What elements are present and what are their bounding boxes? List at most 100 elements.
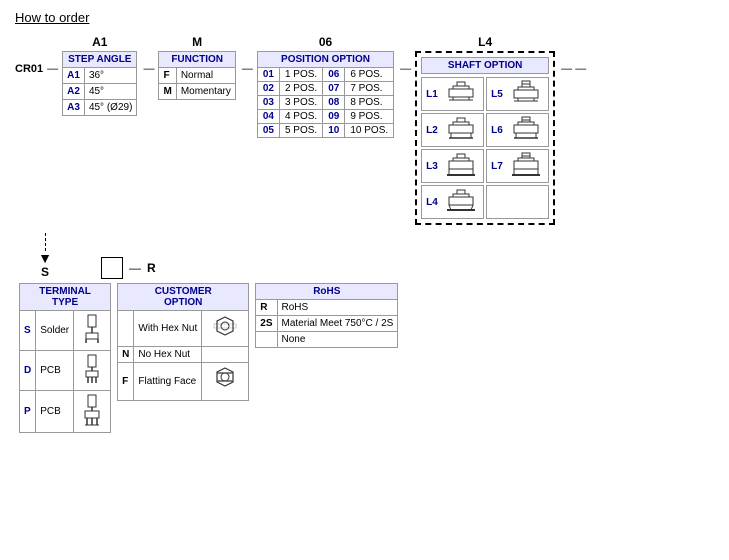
rohs-table: RoHS R RoHS 2S Material Meet 750°C / 2S … bbox=[255, 283, 398, 348]
shaft-block: L4 SHAFT OPTION L1 L5 bbox=[415, 35, 555, 225]
position-block: 06 POSITION OPTION 01 1 POS. 06 6 POS. 0… bbox=[257, 35, 394, 138]
table-row: None bbox=[256, 332, 398, 348]
func-code: M bbox=[159, 84, 176, 100]
step-value: 45° (Ø29) bbox=[84, 100, 137, 116]
r-label: R bbox=[147, 261, 156, 275]
page-title: How to order bbox=[15, 10, 714, 25]
bottom-dash: — bbox=[129, 261, 141, 275]
func-value: Momentary bbox=[176, 84, 235, 100]
pcb-d-icon bbox=[78, 353, 106, 385]
cr01-label: CR01 bbox=[15, 63, 43, 75]
step-code: A3 bbox=[63, 100, 85, 116]
customer-label-flat: Flatting Face bbox=[134, 363, 202, 401]
rohs-label-r: RoHS bbox=[277, 300, 398, 316]
position-table: POSITION OPTION 01 1 POS. 06 6 POS. 02 2… bbox=[257, 51, 394, 138]
table-row: F Flatting Face bbox=[118, 363, 249, 401]
table-row: S Solder bbox=[20, 311, 111, 351]
shaft-cell-l2: L2 bbox=[421, 113, 484, 147]
shaft-cell-l5: L5 bbox=[486, 77, 549, 111]
shaft-l3-icon bbox=[443, 152, 479, 180]
top-section: CR01 — A1 STEP ANGLE A1 36° A2 45° A3 45… bbox=[15, 35, 714, 225]
step-value: 45° bbox=[84, 84, 137, 100]
terminal-header: TERMINALTYPE bbox=[20, 284, 111, 311]
position-header: POSITION OPTION bbox=[257, 52, 393, 68]
solder-icon bbox=[78, 313, 106, 345]
shaft-grid: L1 L5 bbox=[421, 77, 549, 219]
step-angle-table: STEP ANGLE A1 36° A2 45° A3 45° (Ø29) bbox=[62, 51, 137, 116]
top-dash1: — bbox=[47, 63, 58, 75]
shaft-l2-icon bbox=[443, 116, 479, 144]
customer-code-empty bbox=[118, 311, 134, 347]
rohs-code-r: R bbox=[256, 300, 277, 316]
rohs-header: RoHS bbox=[256, 284, 398, 300]
terminal-code-s: S bbox=[20, 311, 36, 351]
customer-label-nohexnut: No Hex Nut bbox=[134, 347, 202, 363]
a1-label: A1 bbox=[92, 35, 107, 49]
customer-table: CUSTOMEROPTION With Hex Nut N No Hex Nut bbox=[117, 283, 249, 401]
rohs-label-none: None bbox=[277, 332, 398, 348]
shaft-l7-icon bbox=[508, 152, 544, 180]
step-code: A1 bbox=[63, 68, 85, 84]
shaft-cell-l6: L6 bbox=[486, 113, 549, 147]
hexnut-icon bbox=[206, 313, 244, 341]
customer-code-n: N bbox=[118, 347, 134, 363]
shaft-cell-l4: L4 bbox=[421, 185, 484, 219]
step-angle-header: STEP ANGLE bbox=[63, 52, 137, 68]
step-code: A2 bbox=[63, 84, 85, 100]
customer-code-f: F bbox=[118, 363, 134, 401]
terminal-code-d: D bbox=[20, 351, 36, 391]
top-dash2: — bbox=[143, 63, 154, 75]
flatting-icon bbox=[206, 365, 244, 395]
shaft-l1-icon bbox=[443, 80, 479, 108]
table-row: N No Hex Nut bbox=[118, 347, 249, 363]
pos-label: 06 bbox=[319, 35, 332, 49]
table-row: F Normal bbox=[159, 68, 235, 84]
table-row: With Hex Nut bbox=[118, 311, 249, 347]
terminal-label-pcb-p: PCB bbox=[36, 391, 74, 433]
customer-box-placeholder bbox=[101, 257, 123, 279]
top-dash5: — — bbox=[561, 63, 586, 75]
m-label: M bbox=[192, 35, 202, 49]
table-row: M Momentary bbox=[159, 84, 235, 100]
s-label: S bbox=[41, 265, 49, 279]
step-angle-block: A1 STEP ANGLE A1 36° A2 45° A3 45° (Ø29) bbox=[62, 35, 137, 116]
terminal-label-pcb-d: PCB bbox=[36, 351, 74, 391]
dashed-line bbox=[45, 233, 46, 251]
rohs-label-2s: Material Meet 750°C / 2S bbox=[277, 316, 398, 332]
table-row: A2 45° bbox=[63, 84, 137, 100]
function-table: FUNCTION F Normal M Momentary bbox=[158, 51, 235, 100]
func-value: Normal bbox=[176, 68, 235, 84]
rohs-code-none bbox=[256, 332, 277, 348]
customer-icon-hexnut bbox=[202, 311, 249, 347]
customer-icon-flat bbox=[202, 363, 249, 401]
top-dash3: — bbox=[242, 63, 253, 75]
shaft-l5-icon bbox=[508, 80, 544, 108]
table-row: 02 2 POS. 07 7 POS. bbox=[257, 82, 393, 96]
table-row: A1 36° bbox=[63, 68, 137, 84]
shaft-cell-l7: L7 bbox=[486, 149, 549, 183]
shaft-header: SHAFT OPTION bbox=[421, 57, 549, 74]
terminal-label-solder: Solder bbox=[36, 311, 74, 351]
arrow-down-container: ▼ S bbox=[35, 233, 55, 279]
function-block: M FUNCTION F Normal M Momentary bbox=[158, 35, 235, 100]
shaft-outer-box: SHAFT OPTION L1 L5 bbox=[415, 51, 555, 225]
shaft-cell-l1: L1 bbox=[421, 77, 484, 111]
terminal-icon-pcb-p bbox=[74, 391, 111, 433]
arrow-icon: ▼ bbox=[38, 251, 52, 265]
customer-label-hexnut: With Hex Nut bbox=[134, 311, 202, 347]
table-row: P PCB bbox=[20, 391, 111, 433]
table-row: 01 1 POS. 06 6 POS. bbox=[257, 68, 393, 82]
customer-icon-none bbox=[202, 347, 249, 363]
shaft-cell-l3: L3 bbox=[421, 149, 484, 183]
customer-header: CUSTOMEROPTION bbox=[118, 284, 249, 311]
arrow-section: ▼ S — R bbox=[35, 233, 714, 279]
bottom-tables: TERMINALTYPE S Solder D PCB bbox=[19, 283, 714, 433]
shaft-l6-icon bbox=[508, 116, 544, 144]
terminal-code-p: P bbox=[20, 391, 36, 433]
table-row: 04 4 POS. 09 9 POS. bbox=[257, 110, 393, 124]
terminal-icon-solder bbox=[74, 311, 111, 351]
table-row: A3 45° (Ø29) bbox=[63, 100, 137, 116]
top-dash4: — bbox=[400, 63, 411, 75]
table-row: R RoHS bbox=[256, 300, 398, 316]
terminal-icon-pcb-d bbox=[74, 351, 111, 391]
